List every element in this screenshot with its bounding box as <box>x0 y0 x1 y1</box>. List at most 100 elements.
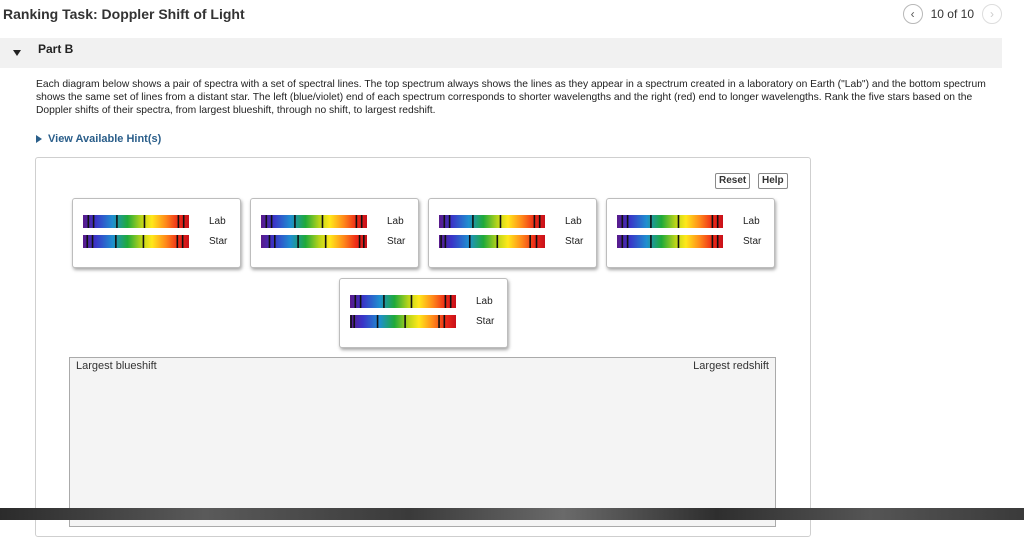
star-spectrum <box>261 235 367 248</box>
spectral-line <box>716 215 719 228</box>
lab-spectrum <box>83 215 189 228</box>
spectral-line <box>294 215 296 228</box>
star-spectrum <box>439 235 545 248</box>
star-label: Star <box>743 236 762 247</box>
lab-label: Lab <box>209 216 226 227</box>
spectral-line <box>626 235 629 248</box>
spectral-line <box>359 295 362 308</box>
spectral-line <box>626 215 629 228</box>
spectral-line <box>92 215 95 228</box>
spectral-line <box>353 315 356 328</box>
view-hints-link[interactable]: View Available Hint(s) <box>36 133 161 145</box>
spectral-line <box>321 215 324 228</box>
ranking-drop-area[interactable]: Largest blueshift Largest redshift <box>69 357 776 527</box>
spectral-line <box>143 215 146 228</box>
spectral-line <box>355 215 358 228</box>
part-label: Part B <box>38 42 74 56</box>
spectral-line <box>177 215 180 228</box>
spectral-line <box>533 215 536 228</box>
spectral-line <box>176 235 179 248</box>
spectral-line <box>444 235 447 248</box>
reset-button[interactable]: Reset <box>715 173 751 189</box>
lab-label: Lab <box>387 216 404 227</box>
spectral-line <box>410 295 413 308</box>
spectral-line <box>443 315 446 328</box>
question-description: Each diagram below shows a pair of spect… <box>36 79 986 116</box>
spectra-graphic <box>617 215 723 248</box>
star-card-1[interactable]: Lab Star <box>72 198 241 268</box>
lab-label: Lab <box>476 296 493 307</box>
spectral-line <box>142 235 145 248</box>
spectral-line <box>115 235 117 248</box>
spectral-line <box>86 235 89 248</box>
star-label: Star <box>565 236 584 247</box>
spectral-line <box>116 215 118 228</box>
spectral-line <box>449 295 452 308</box>
spectral-line <box>711 235 714 248</box>
spectral-line <box>350 315 352 328</box>
lab-spectrum <box>261 215 367 228</box>
star-card-2[interactable]: Lab Star <box>250 198 419 268</box>
spectral-line <box>360 215 363 228</box>
spectra-graphic <box>83 215 189 248</box>
spectral-line <box>650 235 652 248</box>
spectral-line <box>438 315 440 328</box>
triangle-down-icon[interactable] <box>13 50 21 56</box>
star-spectrum <box>617 235 723 248</box>
spectral-line <box>87 215 90 228</box>
help-button[interactable]: Help <box>758 173 788 189</box>
spectral-line <box>376 315 379 328</box>
spectral-line <box>265 215 268 228</box>
spectral-line <box>448 215 451 228</box>
lab-spectrum <box>617 215 723 228</box>
spectral-line <box>444 295 447 308</box>
lab-spectrum <box>350 295 456 308</box>
lab-label: Lab <box>565 216 582 227</box>
spectral-line <box>677 215 680 228</box>
spectral-line <box>363 235 365 248</box>
spectral-line <box>358 235 361 248</box>
spectral-line <box>650 215 652 228</box>
star-spectrum <box>350 315 456 328</box>
background-strip <box>0 508 1024 520</box>
star-card-5[interactable]: Lab Star <box>339 278 508 348</box>
spectral-line <box>529 235 531 248</box>
lab-spectrum <box>439 215 545 228</box>
lab-label: Lab <box>743 216 760 227</box>
spectral-line <box>181 235 184 248</box>
spectral-line <box>677 235 680 248</box>
pager: ‹ 10 of 10 › <box>902 4 1002 24</box>
star-card-3[interactable]: Lab Star <box>428 198 597 268</box>
star-label: Star <box>387 236 406 247</box>
spectral-line <box>716 235 719 248</box>
spectral-line <box>468 235 471 248</box>
spectra-graphic <box>350 295 456 328</box>
spectral-line <box>538 215 541 228</box>
spectral-line <box>354 295 357 308</box>
spectral-line <box>621 235 624 248</box>
spectral-line <box>297 235 299 248</box>
spectral-line <box>324 235 327 248</box>
star-spectrum <box>83 235 189 248</box>
spectral-line <box>383 295 385 308</box>
hint-link-text: View Available Hint(s) <box>48 133 162 145</box>
pager-text: 10 of 10 <box>930 7 974 21</box>
spectral-line <box>182 215 185 228</box>
spectral-line <box>499 215 502 228</box>
chevron-left-icon[interactable]: ‹ <box>902 4 923 24</box>
spectral-line <box>535 235 538 248</box>
spectral-line <box>440 235 442 248</box>
star-card-4[interactable]: Lab Star <box>606 198 775 268</box>
spectral-line <box>270 215 273 228</box>
spectral-line <box>496 235 499 248</box>
page-title: Ranking Task: Doppler Shift of Light <box>3 6 245 22</box>
largest-blueshift-label: Largest blueshift <box>76 360 157 372</box>
spectra-graphic <box>439 215 545 248</box>
spectral-line <box>443 215 446 228</box>
spectral-line <box>273 235 276 248</box>
part-header[interactable]: Part B <box>0 38 1002 68</box>
star-label: Star <box>209 236 228 247</box>
spectral-line <box>404 315 406 328</box>
spectral-line <box>621 215 624 228</box>
chevron-right-icon[interactable]: › <box>982 4 1002 24</box>
